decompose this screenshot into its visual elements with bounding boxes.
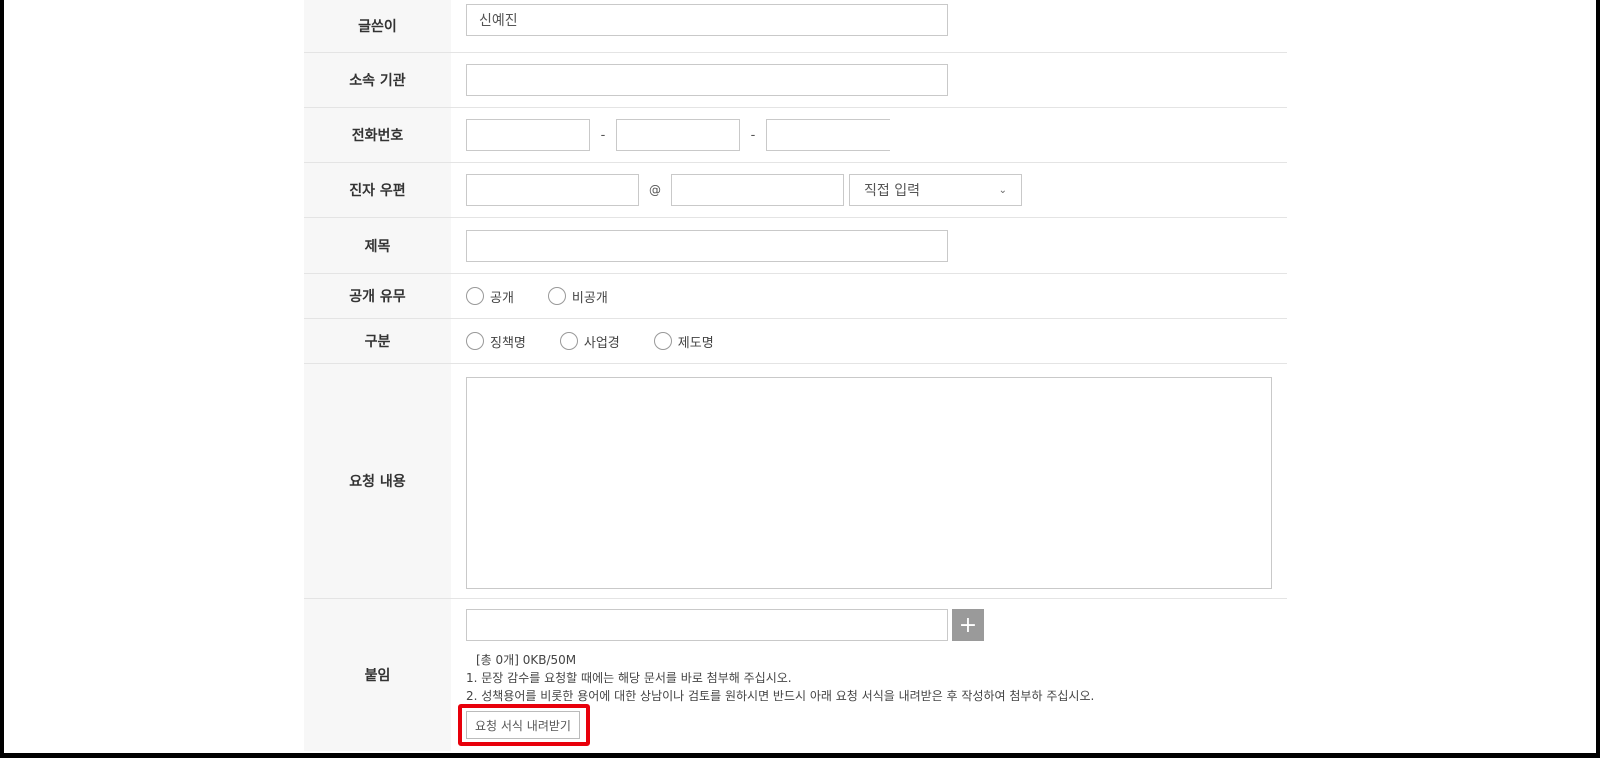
title-cell: [451, 218, 1287, 273]
attach-input-row: +: [466, 609, 984, 641]
email-at-sign: @: [649, 183, 661, 197]
email-domain-select-value: 직접 입력: [864, 183, 920, 199]
phone-label: 전화번호: [304, 108, 451, 162]
public-label: 공개 유무: [304, 274, 451, 318]
row-attach: 붙임 + [총 0개] 0KB/50M 1. 문장 감수를 요청할 때에는 해당…: [304, 599, 1287, 751]
content-label: 요청 내용: [304, 364, 451, 598]
row-email: 진자 우편 @ 직접 입력 ⌄: [304, 163, 1287, 218]
highlight-box: [458, 704, 590, 746]
phone-input-3[interactable]: [766, 119, 890, 151]
radio-circle[interactable]: [653, 332, 672, 350]
attach-label: 붙임: [304, 599, 451, 751]
phone-input-2[interactable]: [616, 119, 740, 151]
radio-label: 공개: [490, 290, 514, 306]
row-org: 소속 기관: [304, 53, 1287, 108]
row-public: 공개 유무 공개 비공개: [304, 274, 1287, 319]
org-cell: [451, 53, 1287, 107]
content-textarea[interactable]: [466, 377, 1272, 589]
radio-label: 비공개: [571, 290, 608, 306]
phone-input-1[interactable]: [466, 119, 590, 151]
radio-policy-name[interactable]: 징책명: [466, 332, 526, 351]
add-file-button[interactable]: +: [952, 609, 984, 641]
public-cell: 공개 비공개: [451, 274, 1287, 318]
radio-circle[interactable]: [466, 287, 484, 305]
attach-note-1: 1. 문장 감수를 요청할 때에는 해당 문서를 바로 첨부해 주십시오.: [466, 671, 792, 685]
org-input[interactable]: [466, 64, 948, 96]
radio-public[interactable]: 공개: [466, 287, 514, 306]
title-label: 제목: [304, 218, 451, 273]
row-category: 구분 징책명 사업경 제도명: [304, 319, 1287, 364]
radio-project-name[interactable]: 사업경: [559, 332, 620, 351]
radio-circle[interactable]: [547, 287, 566, 305]
radio-label: 징책명: [490, 335, 526, 351]
email-id-input[interactable]: [466, 174, 639, 206]
radio-circle[interactable]: [559, 332, 578, 350]
public-radio-group: 공개 비공개: [466, 287, 642, 306]
row-content: 요청 내용: [304, 364, 1287, 599]
attach-file-input[interactable]: [466, 609, 948, 641]
attach-cell: + [총 0개] 0KB/50M 1. 문장 감수를 요청할 때에는 해당 문서…: [451, 599, 1287, 751]
org-label: 소속 기관: [304, 53, 451, 107]
category-radio-group: 징책명 사업경 제도명: [466, 332, 748, 351]
radio-private[interactable]: 비공개: [547, 287, 608, 306]
row-title: 제목: [304, 218, 1287, 274]
phone-separator: -: [600, 127, 606, 143]
email-domain-select[interactable]: 직접 입력 ⌄: [849, 174, 1022, 206]
row-author: 글쓴이 신예진: [304, 0, 1287, 53]
radio-label: 사업경: [583, 335, 620, 351]
category-label: 구분: [304, 319, 451, 363]
radio-circle[interactable]: [466, 332, 484, 350]
email-cell: @ 직접 입력 ⌄: [451, 163, 1287, 217]
email-label: 진자 우편: [304, 163, 451, 217]
row-phone: 전화번호 - -: [304, 108, 1287, 163]
radio-system-name[interactable]: 제도명: [653, 332, 714, 351]
attach-count: [총 0개] 0KB/50M: [476, 653, 577, 667]
attach-info: [총 0개] 0KB/50M 1. 문장 감수를 요청할 때에는 해당 문서를 …: [466, 651, 1094, 705]
category-cell: 징책명 사업경 제도명: [451, 319, 1287, 363]
plus-icon: +: [958, 612, 978, 638]
email-domain-input[interactable]: [671, 174, 844, 206]
content-cell: [451, 364, 1287, 598]
attach-note-2: 2. 성책용어를 비롯한 용어에 대한 상남이나 검토를 원하시면 반드시 아래…: [466, 689, 1095, 703]
title-input[interactable]: [466, 229, 948, 262]
phone-cell: - -: [451, 108, 1287, 162]
author-input[interactable]: 신예진: [466, 4, 948, 36]
chevron-down-icon: ⌄: [998, 184, 1007, 196]
author-label: 글쓴이: [304, 0, 451, 52]
author-cell: 신예진: [451, 0, 1287, 52]
phone-separator: -: [750, 127, 756, 143]
window-frame: 글쓴이 신예진 소속 기관 전화번호 - - 진자 우편 @ 직접 입력 ⌄ 제…: [0, 0, 1600, 758]
radio-label: 제도명: [677, 335, 714, 351]
inquiry-form: 글쓴이 신예진 소속 기관 전화번호 - - 진자 우편 @ 직접 입력 ⌄ 제…: [304, 0, 1287, 751]
